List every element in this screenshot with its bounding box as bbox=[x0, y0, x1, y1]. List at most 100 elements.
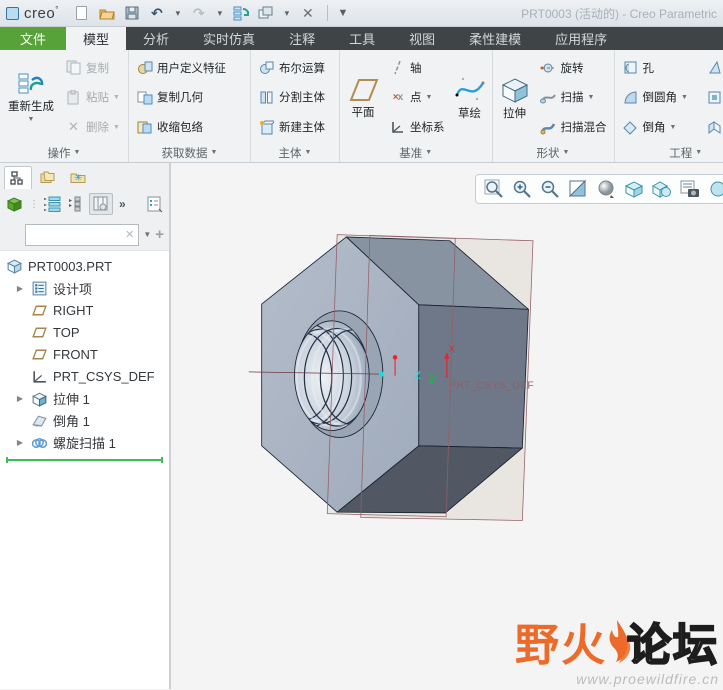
point-button[interactable]: × x 点 ▼ bbox=[386, 84, 448, 110]
undo-dropdown-icon[interactable]: ▾ bbox=[173, 4, 183, 22]
zoom-fit-icon[interactable] bbox=[482, 177, 506, 201]
clear-filter-icon[interactable]: ✕ bbox=[125, 228, 134, 241]
new-file-icon[interactable] bbox=[73, 4, 91, 22]
tree-row-helical-sweep[interactable]: ▶ 螺旋扫描 1 bbox=[0, 431, 169, 453]
dropdown-icon[interactable]: ▼ bbox=[426, 94, 433, 101]
draft-button[interactable]: 拔模 bbox=[703, 55, 723, 81]
close-window-icon[interactable]: ✕ bbox=[299, 4, 317, 22]
nut-right-face[interactable] bbox=[418, 304, 529, 449]
tab-applications[interactable]: 应用程序 bbox=[538, 27, 624, 50]
regenerate-manager-icon[interactable] bbox=[232, 4, 250, 22]
sketch-button[interactable]: 草绘 bbox=[450, 52, 490, 143]
axis-button[interactable]: 轴 bbox=[386, 55, 448, 81]
save-icon[interactable] bbox=[123, 4, 141, 22]
tab-flexible-modeling[interactable]: 柔性建模 bbox=[452, 27, 538, 50]
dropdown-icon: ▼ bbox=[210, 149, 218, 156]
expand-more-icon[interactable]: » bbox=[119, 197, 126, 211]
rib-button[interactable]: 筋 ▼ bbox=[703, 114, 723, 140]
group-label-body[interactable]: 主体 ▼ bbox=[253, 143, 337, 162]
quick-access-toolbar: ↶ ▾ ↷ ▾ ▾ ✕ ▼ bbox=[73, 4, 348, 22]
tree-row-part[interactable]: PRT0003.PRT bbox=[0, 255, 169, 277]
plane-button[interactable]: 平面 bbox=[342, 52, 384, 143]
tree-row-design-items[interactable]: ▶ 设计项 bbox=[0, 277, 169, 299]
dropdown-icon[interactable]: ▼ bbox=[681, 94, 688, 101]
model-tree-tab[interactable] bbox=[4, 166, 32, 189]
settings-columns-button[interactable] bbox=[89, 193, 113, 215]
group-label-operations[interactable]: 操作 ▼ bbox=[2, 143, 126, 162]
graphics-viewport[interactable]: X Y Z PRT_CSYS_DEF 野火 论坛 www.proewildfir… bbox=[171, 163, 723, 689]
tree-row-chamfer[interactable]: 倒角 1 bbox=[0, 409, 169, 431]
tree-row-extrude[interactable]: ▶ 拉伸 1 bbox=[0, 387, 169, 409]
group-label-engineering[interactable]: 工程 ▼ bbox=[617, 143, 723, 162]
tree-filters-icon[interactable] bbox=[43, 196, 61, 212]
group-label-get-data[interactable]: 获取数据 ▼ bbox=[131, 143, 248, 162]
window-dropdown-icon[interactable]: ▾ bbox=[282, 4, 292, 22]
dropdown-icon[interactable]: ▼ bbox=[588, 94, 595, 101]
expand-icon[interactable]: ▶ bbox=[14, 394, 26, 403]
insertion-locator-line[interactable] bbox=[6, 457, 163, 463]
creo-logo-text: creo bbox=[24, 4, 56, 22]
shell-button[interactable]: 壳 bbox=[703, 84, 723, 110]
tree-row-right-plane[interactable]: RIGHT bbox=[0, 299, 169, 321]
display-style-icon[interactable] bbox=[650, 177, 674, 201]
dropdown-icon[interactable]: ▼ bbox=[28, 116, 35, 123]
hole-button[interactable]: 孔 bbox=[619, 55, 691, 81]
zoom-out-icon[interactable] bbox=[538, 177, 562, 201]
copy-geometry-button[interactable]: 复制几何 bbox=[133, 84, 229, 110]
new-body-button[interactable]: 新建主体 bbox=[255, 114, 328, 140]
group-label-shapes[interactable]: 形状 ▼ bbox=[495, 143, 612, 162]
boolean-button[interactable]: 布尔运算 bbox=[255, 55, 328, 81]
annotations-icon[interactable] bbox=[678, 177, 702, 201]
tab-tools[interactable]: 工具 bbox=[332, 27, 392, 50]
tree-filter-input[interactable] bbox=[30, 227, 126, 242]
round-button[interactable]: 倒圆角 ▼ bbox=[619, 84, 691, 110]
udf-button[interactable]: 用户定义特征 bbox=[133, 55, 229, 81]
tree-row-csys[interactable]: PRT_CSYS_DEF bbox=[0, 365, 169, 387]
shrinkwrap-button[interactable]: 收缩包络 bbox=[133, 114, 229, 140]
saved-views-icon[interactable] bbox=[622, 177, 646, 201]
tree-row-front-plane[interactable]: FRONT bbox=[0, 343, 169, 365]
tab-file[interactable]: 文件 bbox=[0, 27, 67, 50]
shading-style-icon[interactable] bbox=[594, 177, 618, 201]
expand-icon[interactable]: ▶ bbox=[14, 438, 26, 447]
favorites-tab[interactable]: ✳ bbox=[64, 166, 92, 189]
tree-options-icon[interactable] bbox=[146, 196, 163, 213]
component-display-icon[interactable] bbox=[706, 177, 723, 201]
axis-endpoint-marker[interactable] bbox=[379, 371, 384, 377]
zoom-in-icon[interactable] bbox=[510, 177, 534, 201]
dropdown-icon: ▼ bbox=[73, 149, 81, 156]
add-filter-icon[interactable]: + bbox=[155, 226, 164, 243]
group-label-datum[interactable]: 基准 ▼ bbox=[342, 143, 490, 162]
extrude-button[interactable]: 拉伸 bbox=[495, 52, 535, 143]
csys-name-label[interactable]: PRT_CSYS_DEF bbox=[449, 381, 534, 392]
dropdown-icon[interactable]: ▼ bbox=[670, 124, 677, 131]
tab-analysis[interactable]: 分析 bbox=[126, 27, 186, 50]
tab-live-simulation[interactable]: 实时仿真 bbox=[186, 27, 272, 50]
open-folder-icon[interactable] bbox=[98, 4, 116, 22]
undo-icon[interactable]: ↶ bbox=[148, 4, 166, 22]
tree-columns-icon[interactable] bbox=[67, 196, 83, 212]
filter-funnel-icon[interactable] bbox=[5, 227, 21, 242]
expand-icon[interactable]: ▶ bbox=[14, 284, 26, 293]
shrinkwrap-icon bbox=[136, 119, 153, 136]
csys-button[interactable]: 坐标系 bbox=[386, 114, 448, 140]
regenerate-button[interactable]: 重新生成 ▼ bbox=[2, 52, 60, 143]
tab-model[interactable]: 模型 bbox=[66, 27, 127, 50]
tree-row-top-plane[interactable]: TOP bbox=[0, 321, 169, 343]
chamfer-button[interactable]: 倒角 ▼ bbox=[619, 114, 691, 140]
more-commands-icon[interactable]: ▼ bbox=[337, 4, 348, 22]
window-switch-icon[interactable] bbox=[257, 4, 275, 22]
tab-view[interactable]: 视图 bbox=[392, 27, 452, 50]
delete-button: ✕ 删除 ▼ bbox=[62, 114, 123, 140]
sweep-blend-button[interactable]: 扫描混合 bbox=[537, 114, 610, 140]
ribbon-tab-bar: 文件 模型 分析 实时仿真 注释 工具 视图 柔性建模 应用程序 bbox=[0, 27, 723, 50]
show-part-icon[interactable] bbox=[6, 196, 23, 212]
repaint-icon[interactable] bbox=[566, 177, 590, 201]
tab-annotate[interactable]: 注释 bbox=[272, 27, 332, 50]
filter-dropdown-icon[interactable]: ▼ bbox=[143, 230, 151, 239]
model-scene[interactable]: X Y Z PRT_CSYS_DEF bbox=[171, 163, 722, 689]
sweep-button[interactable]: 扫描 ▼ bbox=[537, 84, 610, 110]
split-body-button[interactable]: 分割主体 bbox=[255, 84, 328, 110]
folder-browser-tab[interactable] bbox=[34, 166, 62, 189]
revolve-button[interactable]: 旋转 bbox=[537, 55, 610, 81]
